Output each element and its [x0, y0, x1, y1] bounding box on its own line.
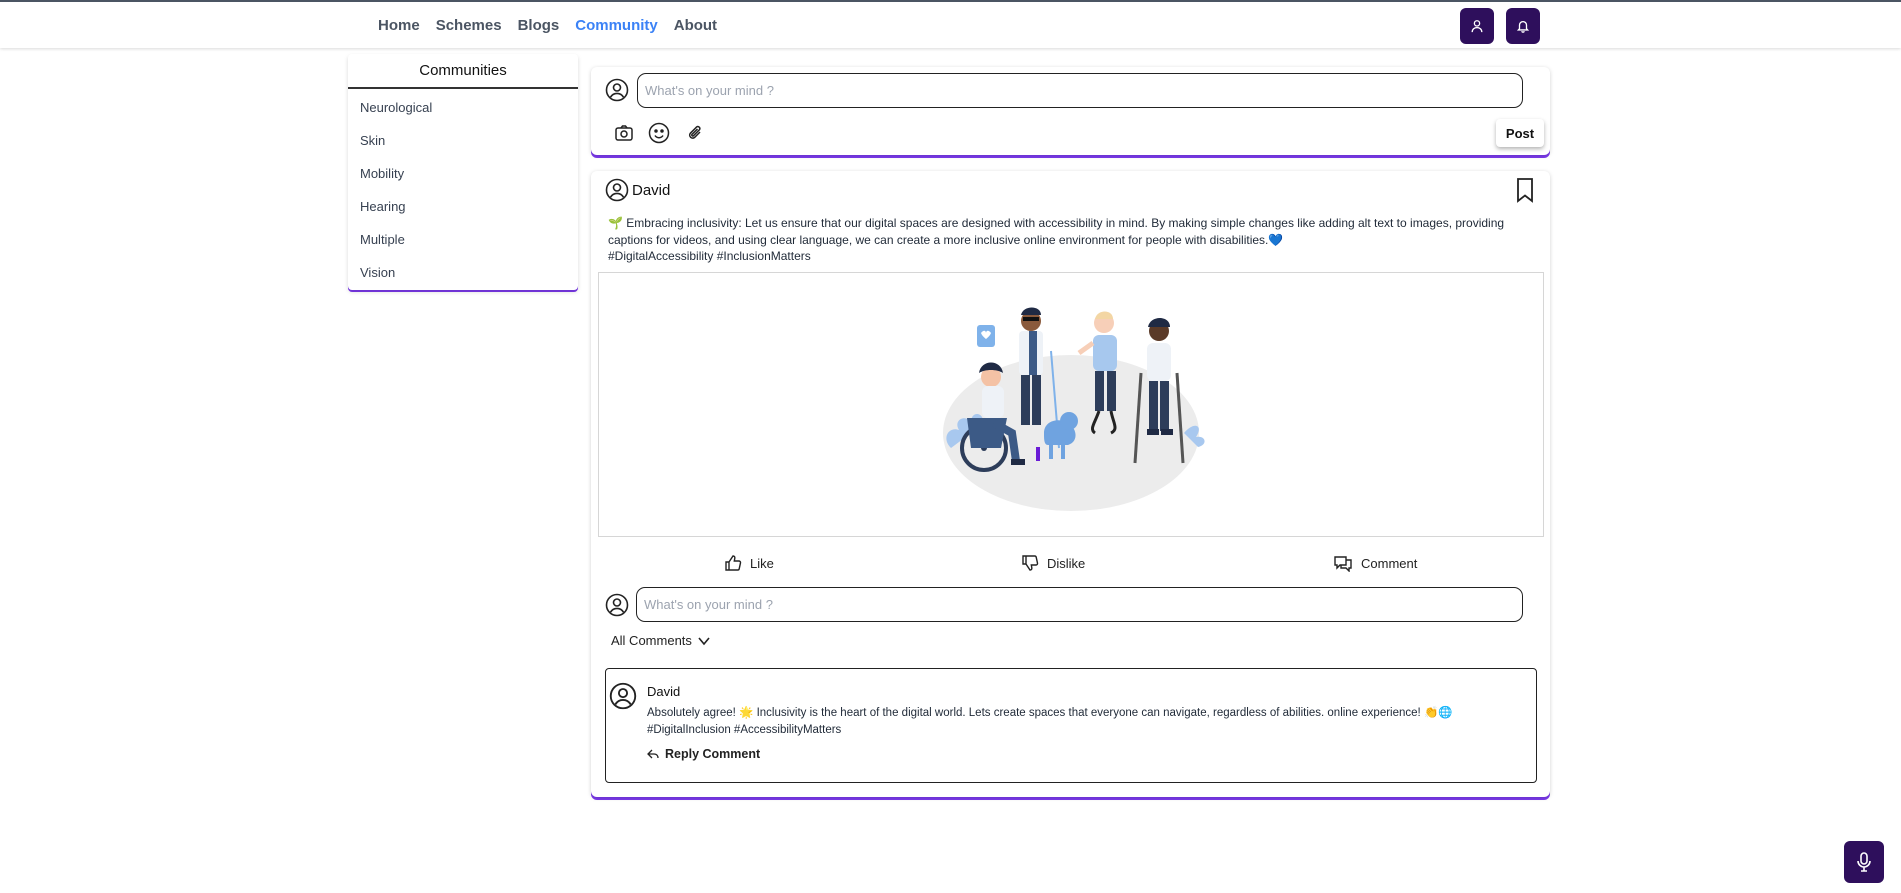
comment-input[interactable]	[636, 587, 1523, 622]
post-composer: Post	[591, 67, 1550, 155]
dislike-label: Dislike	[1047, 555, 1086, 571]
comment-hashtags: #DigitalInclusion #AccessibilityMatters	[647, 724, 842, 736]
nav-schemes[interactable]: Schemes	[436, 17, 502, 34]
chevron-down-icon	[698, 636, 710, 645]
smiley-icon	[648, 122, 670, 144]
sidebar-title: Communities	[348, 54, 578, 89]
sidebar-item-neurological[interactable]: Neurological	[348, 91, 578, 124]
post-text: 🌱 Embracing inclusivity: Let us ensure t…	[608, 215, 1538, 265]
sidebar-item-mobility[interactable]: Mobility	[348, 157, 578, 190]
nav-blogs[interactable]: Blogs	[518, 17, 560, 34]
comment-button[interactable]: Comment	[1333, 551, 1417, 575]
comment-author: David	[647, 684, 681, 699]
sidebar-item-vision[interactable]: Vision	[348, 256, 578, 289]
camera-icon	[615, 125, 633, 141]
avatar-icon	[605, 178, 629, 202]
thumbs-down-icon	[1022, 555, 1039, 571]
seedling-emoji: 🌱	[608, 216, 623, 230]
all-comments-toggle[interactable]: All Comments	[611, 633, 710, 648]
thumbs-up-icon	[725, 555, 742, 571]
camera-button[interactable]	[612, 121, 636, 145]
attach-button[interactable]	[683, 121, 707, 145]
emoji-button[interactable]	[647, 121, 671, 145]
post-image	[598, 272, 1544, 537]
voice-input-button[interactable]	[1844, 841, 1884, 883]
comment-item: David Absolutely agree! 🌟 Inclusivity is…	[605, 668, 1537, 783]
comment-label: Comment	[1361, 555, 1418, 571]
post-hashtags: #DigitalAccessibility #InclusionMatters	[608, 249, 811, 263]
reply-comment-button[interactable]: Reply Comment	[647, 747, 760, 761]
sidebar-item-multiple[interactable]: Multiple	[348, 223, 578, 256]
notification-button[interactable]	[1506, 8, 1540, 44]
like-button[interactable]: Like	[724, 551, 774, 575]
post-input-field[interactable]	[645, 83, 1522, 98]
chat-bubbles-icon	[1334, 556, 1352, 572]
nav-about[interactable]: About	[674, 17, 717, 34]
dislike-button[interactable]: Dislike	[1021, 551, 1085, 575]
post-button[interactable]: Post	[1496, 119, 1544, 147]
sidebar-item-hearing[interactable]: Hearing	[348, 190, 578, 223]
comment-text: Absolutely agree! 🌟 Inclusivity is the h…	[647, 705, 1527, 739]
reply-icon	[647, 749, 659, 759]
communities-sidebar: Communities Neurological Skin Mobility H…	[348, 54, 578, 290]
bookmark-icon[interactable]	[1514, 177, 1536, 203]
comment-body: Absolutely agree! 🌟 Inclusivity is the h…	[647, 707, 1453, 719]
paperclip-icon	[688, 125, 701, 139]
avatar-icon	[609, 682, 637, 710]
user-icon	[1471, 20, 1483, 33]
inclusive-people-illustration	[943, 307, 1205, 511]
comment-input-field[interactable]	[644, 597, 1522, 612]
like-label: Like	[750, 555, 774, 571]
microphone-icon	[1857, 852, 1871, 872]
heart-emoji: 💙	[1268, 232, 1284, 247]
nav-community[interactable]: Community	[575, 17, 658, 34]
top-navbar: Home Schemes Blogs Community About	[0, 0, 1901, 48]
bell-icon	[1516, 20, 1530, 33]
communities-list: Neurological Skin Mobility Hearing Multi…	[348, 91, 578, 289]
profile-button[interactable]	[1460, 8, 1494, 44]
post-author: David	[632, 182, 671, 199]
reply-label: Reply Comment	[665, 747, 761, 761]
nav-home[interactable]: Home	[378, 17, 420, 34]
all-comments-label: All Comments	[611, 633, 692, 648]
post-body: Embracing inclusivity: Let us ensure tha…	[608, 216, 1505, 247]
post-card: David 🌱 Embracing inclusivity: Let us en…	[591, 171, 1550, 797]
avatar-icon	[605, 593, 629, 617]
avatar-icon	[605, 78, 629, 102]
post-input[interactable]	[637, 73, 1523, 108]
main-nav: Home Schemes Blogs Community About	[378, 2, 717, 48]
sidebar-item-skin[interactable]: Skin	[348, 124, 578, 157]
